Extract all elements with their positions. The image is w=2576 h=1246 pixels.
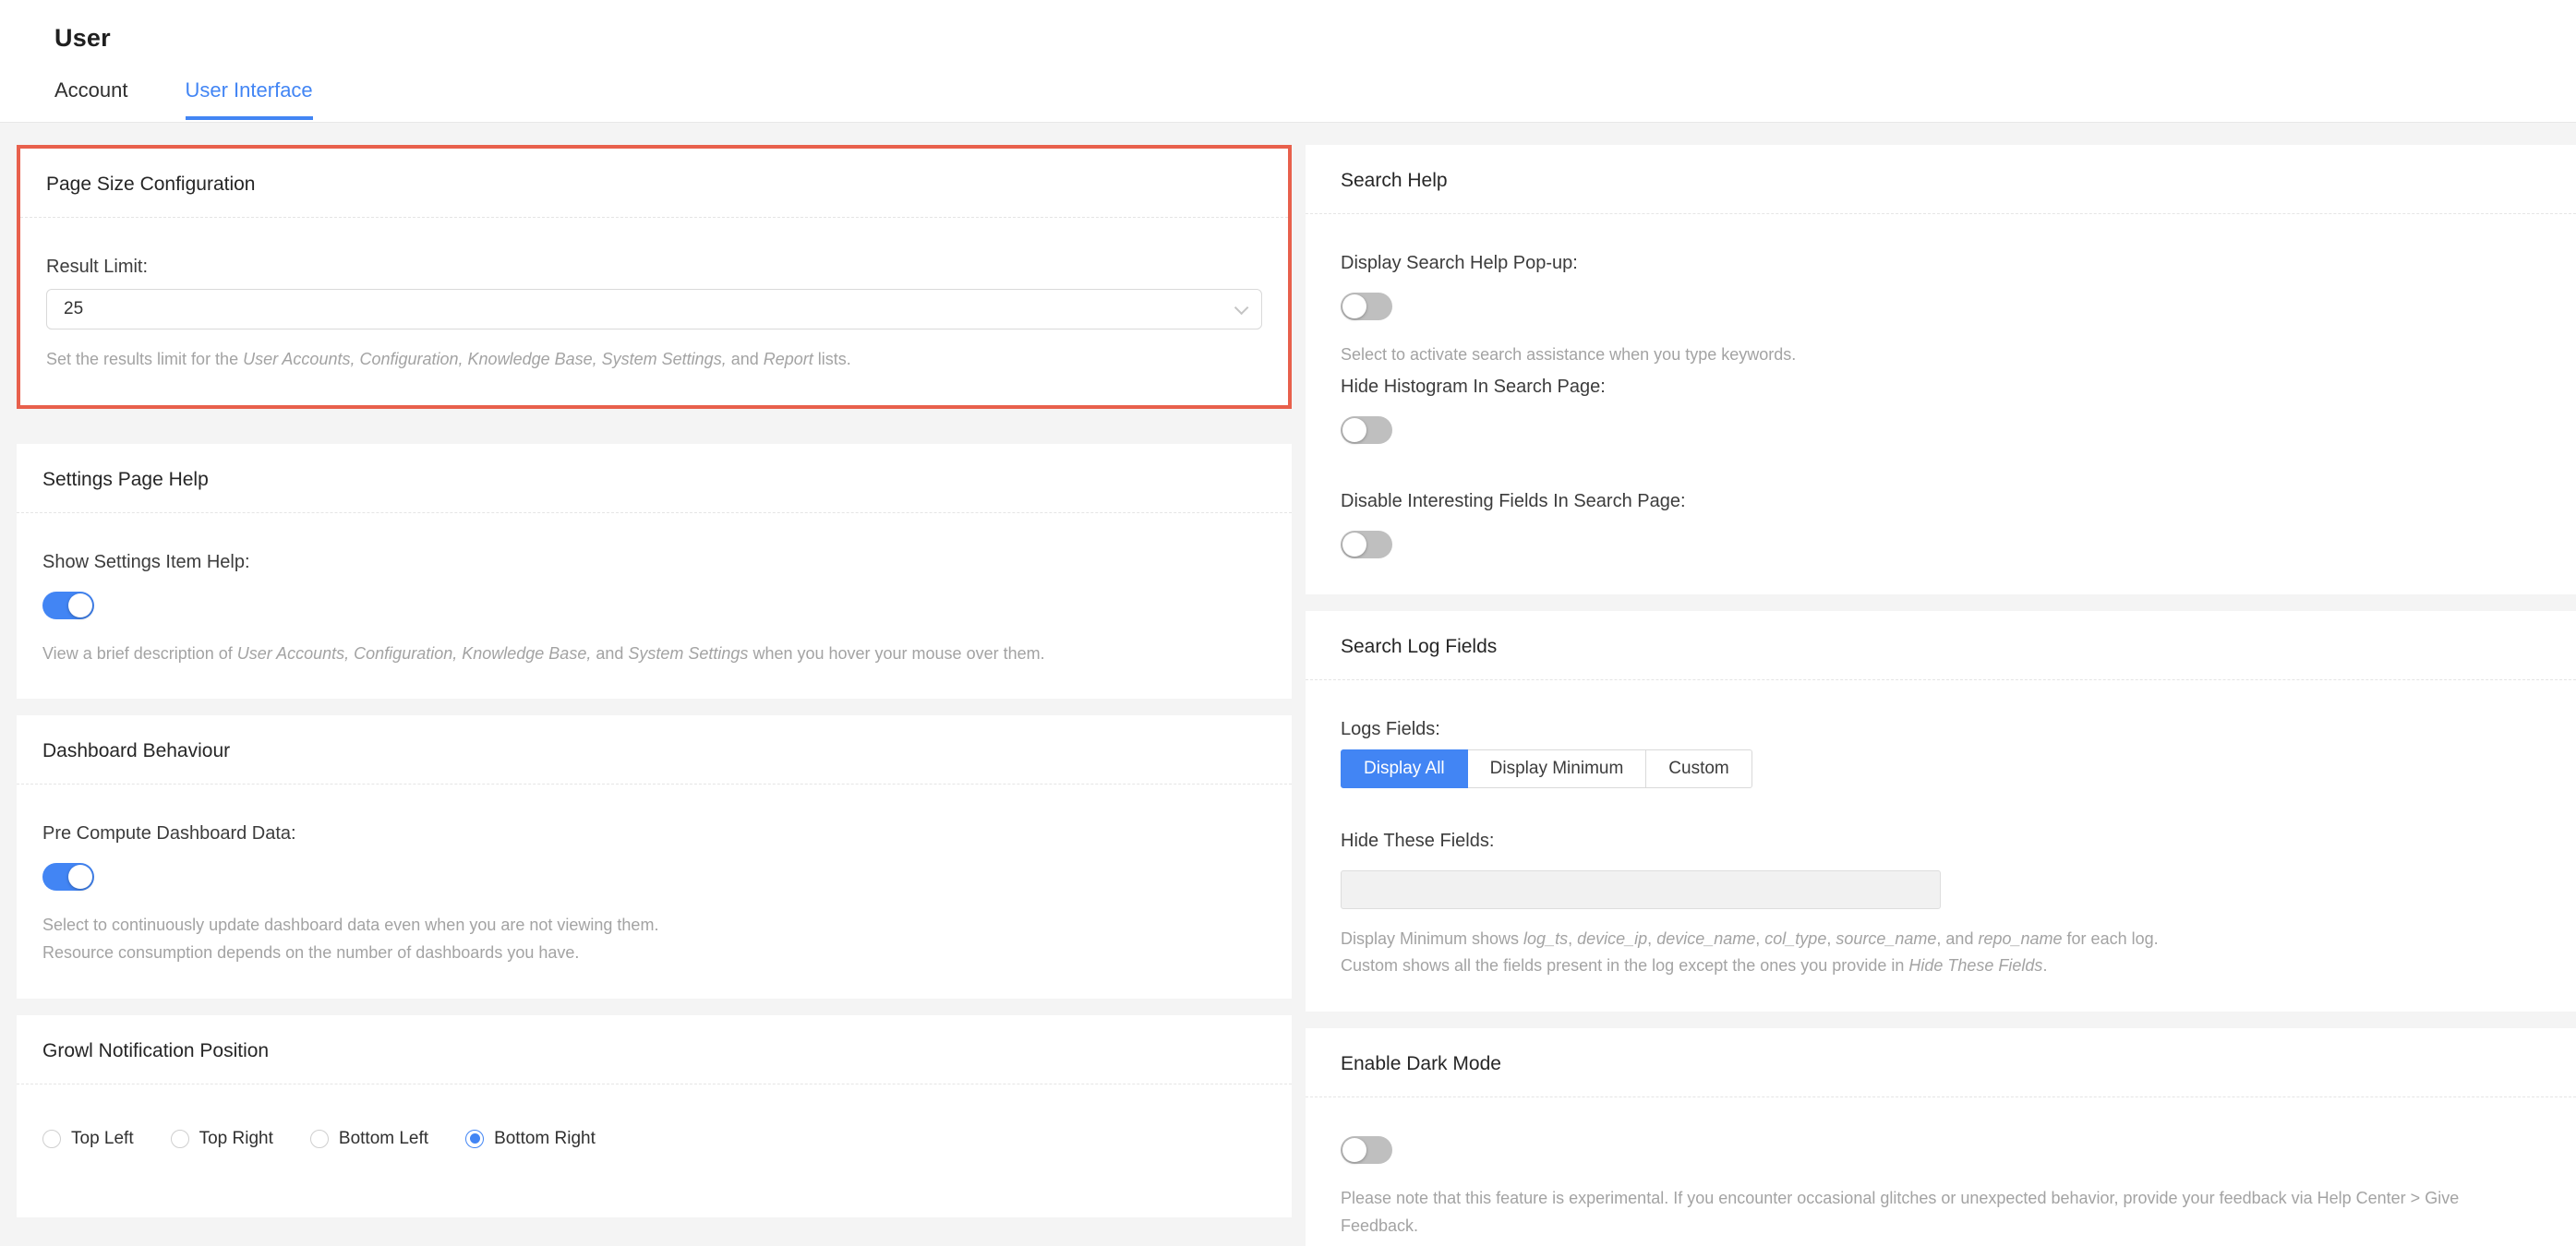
radio-bottom-right[interactable]: Bottom Right [465, 1129, 596, 1149]
search-help-title: Search Help [1306, 145, 2576, 214]
hide-histogram-label: Hide Histogram In Search Page: [1341, 377, 2541, 398]
toggle-knob [1342, 294, 1366, 318]
logs-fields-segmented-control: Display All Display Minimum Custom [1341, 749, 1752, 788]
tab-bar: Account User Interface [54, 78, 2576, 120]
page-size-highlight-border: Page Size Configuration Result Limit: 25… [17, 145, 1292, 409]
toggle-knob [1342, 418, 1366, 442]
tab-account[interactable]: Account [54, 78, 128, 120]
settings-content: Page Size Configuration Result Limit: 25… [0, 123, 2576, 1246]
enable-dark-mode-title: Enable Dark Mode [1306, 1028, 2576, 1097]
pre-compute-dashboard-data-label: Pre Compute Dashboard Data: [42, 823, 1266, 845]
pre-compute-dashboard-toggle[interactable] [42, 863, 94, 891]
segment-custom[interactable]: Custom [1646, 749, 1751, 788]
radio-top-left[interactable]: Top Left [42, 1129, 134, 1149]
chevron-down-icon [1234, 300, 1249, 315]
result-limit-label: Result Limit: [46, 257, 1262, 278]
radio-icon [171, 1130, 189, 1148]
page-header: User Account User Interface [0, 0, 2576, 123]
hide-histogram-toggle[interactable] [1341, 416, 1392, 444]
radio-icon [42, 1130, 61, 1148]
segment-display-minimum[interactable]: Display Minimum [1468, 749, 1647, 788]
logs-fields-label: Logs Fields: [1341, 719, 2541, 740]
hide-these-fields-label: Hide These Fields: [1341, 831, 2541, 852]
show-settings-item-help-label: Show Settings Item Help: [42, 552, 1266, 573]
disable-interesting-fields-label: Disable Interesting Fields In Search Pag… [1341, 491, 2541, 512]
result-limit-value: 25 [64, 299, 83, 319]
radio-bottom-left-label: Bottom Left [339, 1129, 428, 1149]
show-settings-item-help-toggle[interactable] [42, 592, 94, 619]
growl-notification-title: Growl Notification Position [17, 1015, 1292, 1084]
tab-user-interface[interactable]: User Interface [186, 78, 313, 120]
display-search-help-popup-toggle[interactable] [1341, 293, 1392, 320]
toggle-knob [68, 865, 92, 889]
disable-interesting-fields-toggle[interactable] [1341, 531, 1392, 558]
growl-position-radio-group: Top Left Top Right Bottom Left Bottom Ri… [42, 1123, 1266, 1186]
toggle-knob [68, 593, 92, 617]
settings-help-helper: View a brief description of User Account… [42, 641, 1266, 668]
dashboard-helper-line-2: Resource consumption depends on the numb… [42, 940, 1266, 967]
dashboard-behaviour-title: Dashboard Behaviour [17, 715, 1292, 785]
display-search-help-popup-label: Display Search Help Pop-up: [1341, 253, 2541, 274]
search-log-fields-helper-1: Display Minimum shows log_ts, device_ip,… [1341, 926, 2541, 953]
radio-selected-icon [465, 1130, 484, 1148]
dashboard-helper-line-1: Select to continuously update dashboard … [42, 912, 1266, 940]
search-log-fields-card: Search Log Fields Logs Fields: Display A… [1306, 611, 2576, 1012]
settings-page-help-card: Settings Page Help Show Settings Item He… [17, 444, 1292, 700]
settings-page-help-title: Settings Page Help [17, 444, 1292, 513]
dark-mode-helper: Please note that this feature is experim… [1341, 1185, 2541, 1240]
toggle-knob [1342, 1138, 1366, 1162]
result-limit-select[interactable]: 25 [46, 289, 1262, 329]
result-limit-helper: Set the results limit for the User Accou… [46, 346, 1262, 374]
radio-icon [310, 1130, 329, 1148]
radio-bottom-left[interactable]: Bottom Left [310, 1129, 428, 1149]
growl-notification-card: Growl Notification Position Top Left Top… [17, 1015, 1292, 1217]
radio-top-right-label: Top Right [199, 1129, 273, 1149]
page-size-configuration-card: Page Size Configuration Result Limit: 25… [20, 149, 1288, 405]
toggle-knob [1342, 533, 1366, 557]
search-help-card: Search Help Display Search Help Pop-up: … [1306, 145, 2576, 594]
radio-top-right[interactable]: Top Right [171, 1129, 273, 1149]
dashboard-behaviour-card: Dashboard Behaviour Pre Compute Dashboar… [17, 715, 1292, 998]
left-column: Page Size Configuration Result Limit: 25… [17, 145, 1292, 1234]
page-size-configuration-title: Page Size Configuration [20, 149, 1288, 218]
radio-top-left-label: Top Left [71, 1129, 134, 1149]
hide-these-fields-input[interactable] [1341, 870, 1941, 909]
right-column: Search Help Display Search Help Pop-up: … [1306, 145, 2576, 1246]
search-log-fields-helper-2: Custom shows all the fields present in t… [1341, 952, 2541, 980]
search-help-popup-helper: Select to activate search assistance whe… [1341, 341, 2541, 369]
search-log-fields-title: Search Log Fields [1306, 611, 2576, 680]
enable-dark-mode-card: Enable Dark Mode Please note that this f… [1306, 1028, 2576, 1246]
page-title: User [54, 24, 2576, 53]
enable-dark-mode-toggle[interactable] [1341, 1136, 1392, 1164]
radio-bottom-right-label: Bottom Right [494, 1129, 596, 1149]
segment-display-all[interactable]: Display All [1341, 749, 1468, 788]
